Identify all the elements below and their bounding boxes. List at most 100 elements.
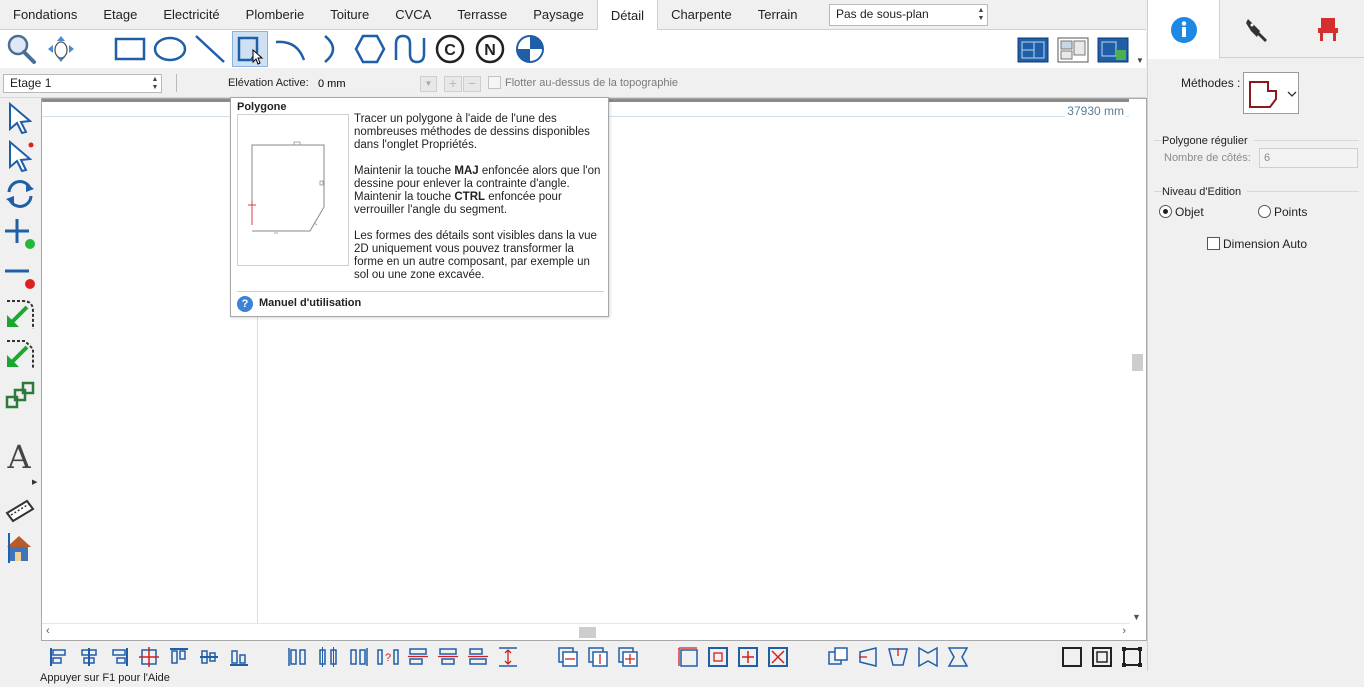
horizontal-scroll-thumb[interactable] [579, 627, 596, 638]
reference-marker-tool[interactable] [512, 31, 548, 67]
plan-view-button[interactable] [1015, 31, 1051, 67]
ellipse-tool[interactable] [152, 31, 188, 67]
north-arrow-tool[interactable]: N [472, 31, 508, 67]
tab-pen-style[interactable] [1220, 0, 1292, 58]
corner-frame-button[interactable] [1121, 646, 1143, 668]
frame-button[interactable] [1061, 646, 1083, 668]
3d-view-tool[interactable] [2, 530, 38, 566]
space-vertical-button[interactable] [497, 646, 519, 668]
polygon-tool[interactable] [232, 31, 268, 67]
transform-tool[interactable] [2, 378, 38, 414]
tab-plomberie[interactable]: Plomberie [233, 0, 318, 29]
rectangle-tool[interactable] [112, 31, 148, 67]
elevation-plus-button[interactable]: + [444, 76, 462, 92]
align-top-button[interactable] [168, 646, 190, 668]
chamfer-tool[interactable] [2, 336, 38, 372]
svg-text:A: A [6, 438, 31, 471]
properties-tabs [1148, 0, 1364, 59]
separator [176, 74, 177, 92]
tab-toiture[interactable]: Toiture [317, 0, 382, 29]
align-right-button[interactable] [108, 646, 130, 668]
fit-height-button[interactable] [587, 646, 609, 668]
distribute-center-button[interactable] [317, 646, 339, 668]
site-view-button[interactable] [1095, 31, 1131, 67]
edit-points-tool[interactable] [2, 138, 38, 174]
floor-select[interactable]: Etage 1 ▲ ▼ [3, 74, 162, 93]
tab-fondations[interactable]: Fondations [0, 0, 90, 29]
align-left-button[interactable] [48, 646, 70, 668]
horizontal-scrollbar[interactable]: ‹ › [42, 623, 1130, 640]
fit-height-icon [588, 647, 608, 667]
tab-etage[interactable]: Etage [90, 0, 150, 29]
camera-tool[interactable] [2, 492, 38, 528]
tab-paysage[interactable]: Paysage [520, 0, 597, 29]
text-tool[interactable]: A [2, 436, 38, 472]
remove-point-tool[interactable] [2, 256, 38, 292]
sub-plan-select[interactable]: Pas de sous-plan ▲ ▼ [829, 4, 988, 26]
tab-furniture[interactable] [1292, 0, 1364, 58]
layout-view-button[interactable] [1055, 31, 1091, 67]
taper-sides-button[interactable] [917, 646, 939, 668]
radio-object[interactable] [1159, 205, 1172, 218]
user-manual-link[interactable]: Manuel d'utilisation [259, 297, 361, 309]
fillet-tool[interactable] [2, 296, 38, 332]
pan-tool[interactable] [43, 31, 79, 67]
add-point-tool[interactable] [2, 216, 38, 252]
radio-points[interactable] [1258, 205, 1271, 218]
distribute-top-button[interactable] [407, 646, 429, 668]
auto-dimension-checkbox[interactable] [1207, 237, 1220, 250]
taper-sides-icon [918, 646, 938, 668]
spline-tool[interactable] [392, 31, 428, 67]
copyright-symbol-tool[interactable]: C [432, 31, 468, 67]
plus-green-dot-icon [5, 219, 35, 249]
distribute-right-button[interactable] [347, 646, 369, 668]
sides-input[interactable] [1259, 148, 1358, 168]
tab-info[interactable] [1148, 0, 1220, 59]
tab-electricite[interactable]: Electricité [150, 0, 232, 29]
align-center-button[interactable] [78, 646, 100, 668]
elevation-dropdown[interactable]: ▼ [420, 76, 437, 92]
tab-detail[interactable]: Détail [596, 0, 659, 30]
regular-polygon-tool[interactable] [352, 31, 388, 67]
distribute-middle-icon [438, 648, 458, 665]
elevation-minus-button[interactable]: − [463, 76, 481, 92]
taper-vertical-button[interactable] [947, 646, 969, 668]
arc-tool[interactable] [272, 31, 308, 67]
fit-both-button[interactable] [617, 646, 639, 668]
space-horizontal-button[interactable]: ? [377, 646, 399, 668]
vertical-scrollbar[interactable]: ▼ [1129, 99, 1146, 624]
stretch-button[interactable] [677, 646, 699, 668]
taper-top-button[interactable] [887, 646, 909, 668]
scroll-down-arrow-icon[interactable]: ▼ [1132, 612, 1141, 622]
tab-terrasse[interactable]: Terrasse [444, 0, 520, 29]
methods-dropdown[interactable] [1243, 72, 1299, 114]
vertical-scroll-thumb[interactable] [1132, 354, 1143, 371]
taper-left-button[interactable] [857, 646, 879, 668]
distribute-middle-button[interactable] [437, 646, 459, 668]
tab-charpente[interactable]: Charpente [658, 0, 745, 29]
tab-cvca[interactable]: CVCA [382, 0, 444, 29]
align-bottom-button[interactable] [228, 646, 250, 668]
zoom-tool[interactable] [3, 31, 39, 67]
expand-button[interactable] [737, 646, 759, 668]
distribute-bottom-button[interactable] [467, 646, 489, 668]
align-middle-button[interactable] [198, 646, 220, 668]
distribute-left-button[interactable] [287, 646, 309, 668]
float-topography-checkbox[interactable] [488, 76, 501, 89]
shrink-button[interactable] [767, 646, 789, 668]
fit-width-button[interactable] [557, 646, 579, 668]
help-question-icon[interactable]: ? [237, 296, 253, 312]
copy-shape-button[interactable] [827, 646, 849, 668]
double-frame-button[interactable] [1091, 646, 1113, 668]
semicircle-tool[interactable] [312, 31, 348, 67]
tab-terrain[interactable]: Terrain [745, 0, 811, 29]
scroll-right-arrow-icon[interactable]: › [1122, 625, 1126, 637]
toolbar-overflow-icon[interactable]: ▼ [1136, 56, 1144, 65]
center-both-button[interactable] [138, 646, 160, 668]
scroll-left-arrow-icon[interactable]: ‹ [46, 625, 50, 637]
svg-text:N: N [484, 42, 496, 59]
rotate-tool[interactable] [2, 176, 38, 212]
resize-center-button[interactable] [707, 646, 729, 668]
select-tool[interactable] [2, 100, 38, 136]
line-tool[interactable] [192, 31, 228, 67]
